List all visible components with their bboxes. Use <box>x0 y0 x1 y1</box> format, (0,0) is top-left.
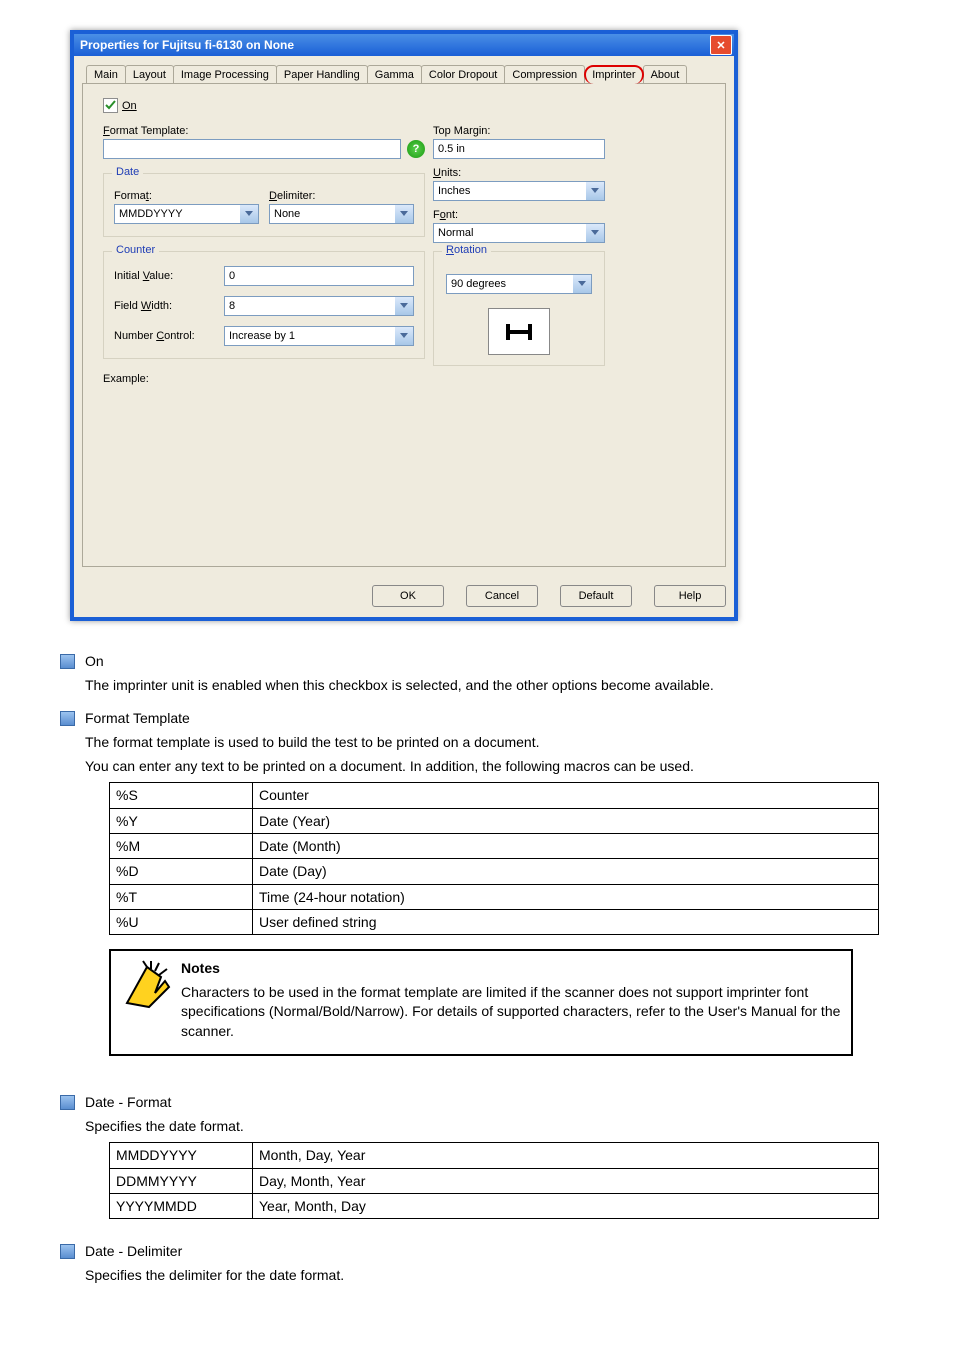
document-body: On The imprinter unit is enabled when th… <box>60 651 894 1290</box>
font-value[interactable] <box>433 223 605 243</box>
rotation-group: Rotation <box>433 251 605 366</box>
square-bullet-icon <box>60 711 75 726</box>
chevron-down-icon[interactable] <box>586 181 605 201</box>
tab-imprinter[interactable]: Imprinter <box>584 65 643 84</box>
number-control-label: Number Control: <box>114 330 224 342</box>
counter-group: Counter Initial Value: Field Width: Numb… <box>103 251 425 359</box>
section-date-format-title: Date - Format <box>85 1092 894 1112</box>
chevron-down-icon[interactable] <box>240 204 259 224</box>
properties-dialog: Properties for Fujitsu fi-6130 on None ✕… <box>70 30 738 621</box>
ok-button[interactable]: OK <box>372 585 444 607</box>
example-output <box>103 399 425 491</box>
tab-panel-imprinter: On Format Template: ? Date <box>82 83 726 567</box>
initial-value-label: Initial Value: <box>114 270 224 282</box>
close-icon[interactable]: ✕ <box>710 35 732 55</box>
number-control-value[interactable] <box>224 326 414 346</box>
rotation-combo[interactable] <box>446 274 592 294</box>
chevron-down-icon[interactable] <box>395 296 414 316</box>
field-width-combo[interactable] <box>224 296 414 316</box>
dialog-button-row: OK Cancel Default Help <box>82 585 726 607</box>
help-icon[interactable]: ? <box>407 140 425 158</box>
chevron-down-icon[interactable] <box>395 204 414 224</box>
tab-strip: Main Layout Image Processing Paper Handl… <box>86 64 726 83</box>
delimiter-combo[interactable] <box>269 204 414 224</box>
number-control-combo[interactable] <box>224 326 414 346</box>
chevron-down-icon[interactable] <box>395 326 414 346</box>
rotation-group-title: Rotation <box>442 244 491 256</box>
help-button[interactable]: Help <box>654 585 726 607</box>
top-margin-input[interactable] <box>433 139 605 159</box>
square-bullet-icon <box>60 1095 75 1110</box>
date-format-table: MMDDYYYYMonth, Day, Year DDMMYYYYDay, Mo… <box>109 1142 879 1219</box>
on-checkbox[interactable] <box>103 98 118 113</box>
table-row: %DDate (Day) <box>110 859 879 884</box>
attention-icon <box>121 959 181 1041</box>
table-row: DDMMYYYYDay, Month, Year <box>110 1168 879 1193</box>
font-combo[interactable] <box>433 223 605 243</box>
units-combo[interactable] <box>433 181 605 201</box>
section-template-body1: The format template is used to build the… <box>85 732 894 752</box>
section-date-format-body: Specifies the date format. <box>85 1116 894 1136</box>
counter-group-title: Counter <box>112 244 159 256</box>
section-on-body: The imprinter unit is enabled when this … <box>85 675 714 695</box>
field-width-value[interactable] <box>224 296 414 316</box>
tab-compression[interactable]: Compression <box>504 65 585 84</box>
on-label: On <box>122 100 137 112</box>
units-value[interactable] <box>433 181 605 201</box>
table-row: %TTime (24-hour notation) <box>110 884 879 909</box>
font-label: Font: <box>433 209 605 221</box>
chevron-down-icon[interactable] <box>573 274 592 294</box>
section-template-title: Format Template <box>85 708 894 728</box>
top-margin-label: Top Margin: <box>433 125 605 137</box>
tab-main[interactable]: Main <box>86 65 126 84</box>
dialog-title: Properties for Fujitsu fi-6130 on None <box>80 38 710 52</box>
table-row: %SCounter <box>110 783 879 808</box>
table-row: YYYYMMDDYear, Month, Day <box>110 1193 879 1218</box>
tab-color-dropout[interactable]: Color Dropout <box>421 65 505 84</box>
notes-box: Notes Characters to be used in the forma… <box>109 949 853 1055</box>
macros-table: %SCounter %YDate (Year) %MDate (Month) %… <box>109 782 879 935</box>
tab-paper-handling[interactable]: Paper Handling <box>276 65 368 84</box>
format-template-input[interactable] <box>103 139 401 159</box>
tab-about[interactable]: About <box>643 65 688 84</box>
tab-gamma[interactable]: Gamma <box>367 65 422 84</box>
table-row: %MDate (Month) <box>110 834 879 859</box>
delimiter-value[interactable] <box>269 204 414 224</box>
tab-layout[interactable]: Layout <box>125 65 174 84</box>
format-value[interactable] <box>114 204 259 224</box>
cancel-button[interactable]: Cancel <box>466 585 538 607</box>
tab-image-processing[interactable]: Image Processing <box>173 65 277 84</box>
title-bar: Properties for Fujitsu fi-6130 on None ✕ <box>74 34 734 56</box>
notes-body: Characters to be used in the format temp… <box>181 983 841 1042</box>
section-date-delimiter-title: Date - Delimiter <box>85 1241 344 1261</box>
section-on-title: On <box>85 651 714 671</box>
rotation-value[interactable] <box>446 274 592 294</box>
table-row: MMDDYYYYMonth, Day, Year <box>110 1143 879 1168</box>
table-row: %UUser defined string <box>110 909 879 934</box>
units-label: Units: <box>433 167 605 179</box>
notes-heading: Notes <box>181 959 841 979</box>
rotation-preview <box>488 308 550 355</box>
format-label: Format: <box>114 190 259 202</box>
field-width-label: Field Width: <box>114 300 224 312</box>
chevron-down-icon[interactable] <box>586 223 605 243</box>
square-bullet-icon <box>60 654 75 669</box>
default-button[interactable]: Default <box>560 585 632 607</box>
format-combo[interactable] <box>114 204 259 224</box>
initial-value-input[interactable] <box>224 266 414 286</box>
section-template-body2: You can enter any text to be printed on … <box>85 756 894 776</box>
example-label: Example: <box>103 373 425 385</box>
table-row: %YDate (Year) <box>110 808 879 833</box>
delimiter-label: Delimiter: <box>269 190 414 202</box>
date-group-title: Date <box>112 166 143 178</box>
format-template-label: Format Template: <box>103 125 425 137</box>
date-group: Date Format: Delimiter: <box>103 173 425 237</box>
section-date-delimiter-body: Specifies the delimiter for the date for… <box>85 1265 344 1285</box>
square-bullet-icon <box>60 1244 75 1259</box>
